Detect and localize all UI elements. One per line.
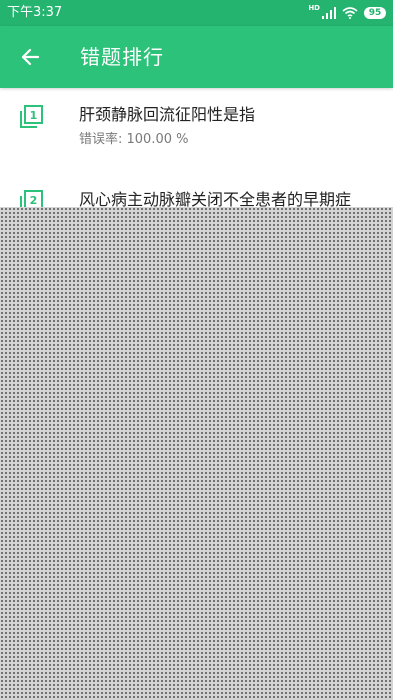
list-item[interactable]: 1 肝颈静脉回流征阳性是指 错误率: 100.00 % — [0, 88, 393, 173]
ranking-icon: 1 — [20, 105, 43, 128]
back-button[interactable] — [14, 41, 46, 73]
question-title: 肝颈静脉回流征阳性是指 — [79, 105, 256, 124]
wifi-icon — [342, 7, 358, 19]
rank-number: 1 — [30, 109, 38, 122]
status-bar: 下午3:37 HD 95 — [0, 0, 393, 26]
page-title: 错题排行 — [80, 45, 164, 69]
error-rate: 错误率: 100.00 % — [79, 132, 189, 147]
status-time: 下午3:37 — [7, 5, 63, 20]
hd-label: HD — [308, 4, 320, 12]
rank-number: 2 — [30, 194, 38, 207]
battery-icon: 95 — [364, 7, 386, 19]
app-bar: 错题排行 — [0, 26, 393, 88]
status-icons: HD 95 — [308, 4, 386, 22]
signal-icon — [322, 7, 336, 19]
screen: 下午3:37 HD 95 错题排行 1 肝颈静脉回流征阳性是指 错误率: 100… — [0, 0, 393, 700]
loading-overlay — [0, 207, 393, 700]
arrow-left-icon — [21, 48, 40, 66]
